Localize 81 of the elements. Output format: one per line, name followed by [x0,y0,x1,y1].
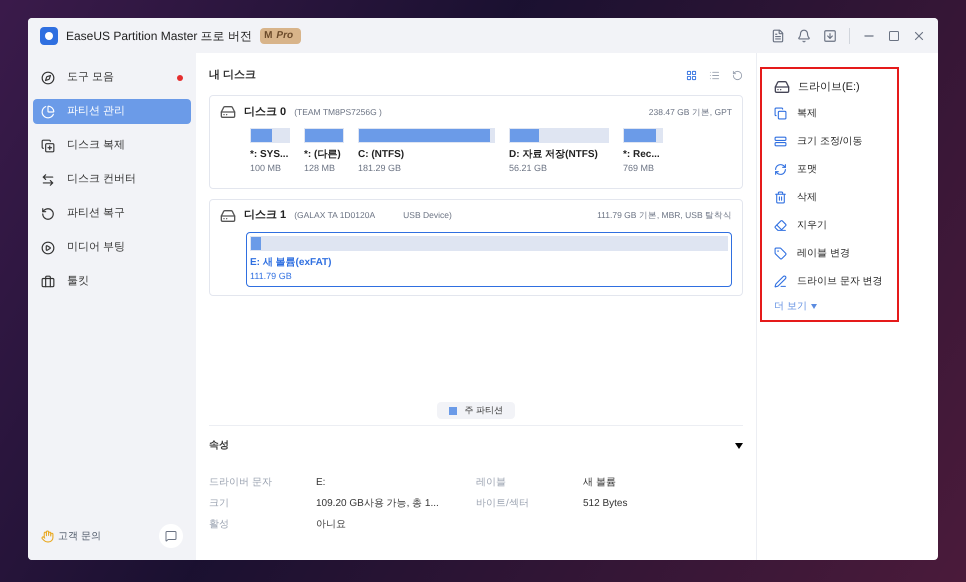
action-item[interactable]: 드라이브 문자 변경 [774,267,885,295]
resize-icon [774,134,787,148]
sidebar-item[interactable]: 도구 모음 [33,65,191,90]
sidebar-item[interactable]: 파티션 복구 [33,201,191,226]
pen-icon [774,274,787,288]
property-value: 109.20 GB사용 가능, 총 1... [316,497,440,511]
sidebar-item[interactable]: 디스크 컨버터 [33,167,191,192]
partition-size: 56.21 GB [509,162,548,175]
property-label: 활성 [209,518,230,532]
disk-name: 디스크 1 [244,208,286,224]
properties-title: 속성 [209,439,230,453]
action-item[interactable]: 지우기 [774,211,885,239]
play-icon [41,240,55,254]
badge-letter: M [264,29,272,43]
property-label: 크기 [209,497,230,511]
partition-label: C: (NTFS) [358,148,404,162]
sidebar-item[interactable]: 미디어 부팅 [33,235,191,260]
trash-icon [774,190,787,204]
drive-header: 드라이브(E:) [798,80,860,95]
partition-size: 100 MB [250,162,282,175]
action-item[interactable]: 크기 조정/이동 [774,127,885,155]
property-label: 바이트/섹터 [476,497,530,511]
partition-size: 181.29 GB [358,162,402,175]
more-link[interactable]: 더 보기 [774,299,885,314]
disk-name: 디스크 0 [244,104,286,120]
disk-info: 238.47 GB 기본, GPT [648,106,732,118]
grid-view-icon[interactable] [686,70,697,80]
property-value: 512 Bytes [583,497,628,511]
drive-icon [774,79,790,95]
disk-info: 111.79 GB 기본, MBR, USB 탈착식 [597,209,732,222]
refresh-icon [774,162,787,176]
partition-card[interactable]: E: 새 볼륨(exFAT) 111.79 GB [246,232,732,287]
disk-plus-icon [41,138,55,152]
partition-label: D: 자료 저장(NTFS) [509,148,598,162]
window-title: EaseUS Partition Master 프로 버전 [66,28,252,44]
partition-size: 769 MB [623,162,656,175]
partition-label: *: (다른) [304,148,341,162]
property-label: 레이블 [476,476,507,490]
support-link[interactable]: 고객 문의 [58,528,159,544]
arrows-icon [41,172,55,186]
pie-chart-icon [41,104,55,118]
action-item[interactable]: 레이블 변경 [774,239,885,267]
chat-icon [165,530,177,542]
property-value: E: [316,476,326,490]
partition-size: 111.79 GB [250,270,293,282]
notes-icon[interactable] [771,28,785,42]
bell-icon[interactable] [797,28,811,42]
partition-size: 128 MB [304,162,336,175]
action-item[interactable]: 복제 [774,99,885,127]
list-view-icon[interactable] [709,70,720,80]
eraser-icon [774,218,787,232]
disk-model: (TEAM TM8PS7256G ) [294,106,382,118]
download-icon[interactable] [823,28,837,42]
property-value: 아니요 [316,518,347,532]
legend-swatch-icon [448,406,457,414]
caret-icon [810,304,817,309]
sidebar-item[interactable]: 툴킷 [33,269,191,294]
collapse-caret-icon[interactable] [735,442,743,448]
sidebar-item[interactable]: 디스크 복제 [33,133,191,158]
section-title: 내 디스크 [209,68,258,83]
waving-hand-icon [41,530,54,542]
refresh-icon[interactable] [732,70,743,80]
disk-model: (GALAX TA 1D0120A [294,209,376,222]
partition-label: *: SYS... [250,148,288,162]
app-logo-icon [40,26,58,44]
briefcase-icon [41,274,55,288]
tag-icon [774,246,787,260]
copy-icon [774,106,787,120]
partition-label: E: 새 볼륨(exFAT) [250,256,332,270]
restore-icon [41,206,55,220]
property-label: 드라이버 문자 [209,476,273,490]
legend-label: 주 파티션 [464,404,504,417]
compass-icon [41,70,55,84]
action-item[interactable]: 삭제 [774,183,885,211]
disk-device: USB Device) [403,209,452,222]
chat-button[interactable] [159,524,183,548]
action-item[interactable]: 포맷 [774,155,885,183]
badge-text: Pro [276,29,294,43]
property-value: 새 볼륨 [583,476,617,490]
maximize-icon[interactable] [888,30,900,42]
partition-label: *: Rec... [623,148,660,162]
